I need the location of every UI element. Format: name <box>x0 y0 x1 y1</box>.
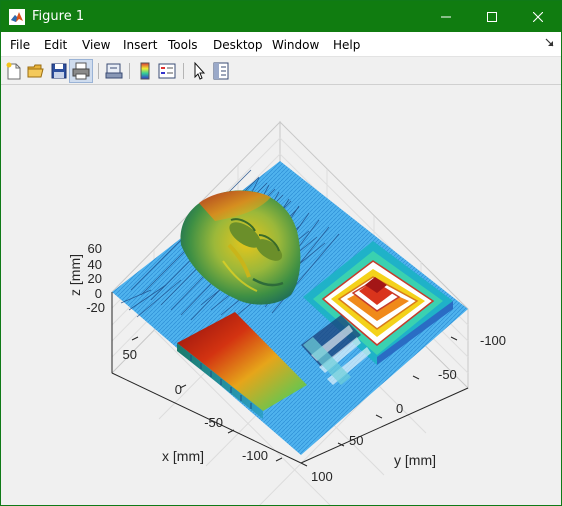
x-tick-label: -100 <box>242 448 268 463</box>
z-tick-label: -20 <box>86 300 105 315</box>
z-tick-label: 0 <box>95 286 102 301</box>
menu-tools[interactable]: Tools <box>168 38 198 52</box>
print-icon[interactable] <box>71 61 91 81</box>
edit-plot-icon[interactable] <box>189 61 209 81</box>
z-tick-label: 20 <box>88 271 102 286</box>
new-figure-icon[interactable] <box>4 61 24 81</box>
menu-help[interactable]: Help <box>333 38 360 52</box>
x-tick-label: -50 <box>204 415 223 430</box>
save-icon[interactable] <box>49 61 69 81</box>
maximize-icon <box>487 11 497 22</box>
insert-colorbar-icon[interactable] <box>135 61 155 81</box>
figure-canvas[interactable]: 60 40 20 0 -20 50 0 -50 -100 -100 -50 0 … <box>1 85 561 505</box>
x-tick-label: 50 <box>123 347 137 362</box>
menu-view[interactable]: View <box>82 38 110 52</box>
link-plot-icon[interactable] <box>104 61 124 81</box>
close-button[interactable] <box>515 1 561 32</box>
close-icon <box>533 11 543 22</box>
menu-window[interactable]: Window <box>272 38 319 52</box>
insert-legend-icon[interactable] <box>157 61 177 81</box>
matlab-logo-icon <box>9 9 25 25</box>
toolbar-separator <box>129 63 130 79</box>
property-inspector-icon[interactable] <box>211 61 231 81</box>
menu-desktop[interactable]: Desktop <box>213 38 263 52</box>
axes-3d[interactable]: 60 40 20 0 -20 50 0 -50 -100 -100 -50 0 … <box>1 85 561 505</box>
figure-toolbar <box>1 57 561 85</box>
menu-edit[interactable]: Edit <box>44 38 67 52</box>
minimize-button[interactable] <box>423 1 469 32</box>
open-file-icon[interactable] <box>26 61 46 81</box>
z-tick-label: 60 <box>88 241 102 256</box>
maximize-button[interactable] <box>469 1 515 32</box>
title-bar[interactable]: Figure 1 <box>1 1 561 32</box>
z-tick-label: 40 <box>88 257 102 272</box>
toolbar-separator <box>98 63 99 79</box>
y-tick-label: 50 <box>349 433 363 448</box>
y-axis-label: y [mm] <box>394 452 436 468</box>
toolbar-separator <box>183 63 184 79</box>
y-tick-label: -50 <box>438 367 457 382</box>
x-axis-label: x [mm] <box>162 448 204 464</box>
menu-insert[interactable]: Insert <box>123 38 157 52</box>
z-axis-label: z [mm] <box>67 254 83 296</box>
figure-window: Figure 1 File Edit View Insert Tools Des… <box>0 0 562 506</box>
minimize-icon <box>441 16 451 17</box>
window-title: Figure 1 <box>32 9 85 24</box>
y-tick-label: 100 <box>311 469 333 484</box>
dock-figure-icon[interactable] <box>545 38 555 48</box>
menu-bar: File Edit View Insert Tools Desktop Wind… <box>1 32 561 57</box>
y-tick-label: 0 <box>396 401 403 416</box>
menu-file[interactable]: File <box>10 38 30 52</box>
y-tick-label: -100 <box>480 333 506 348</box>
x-tick-label: 0 <box>175 382 182 397</box>
